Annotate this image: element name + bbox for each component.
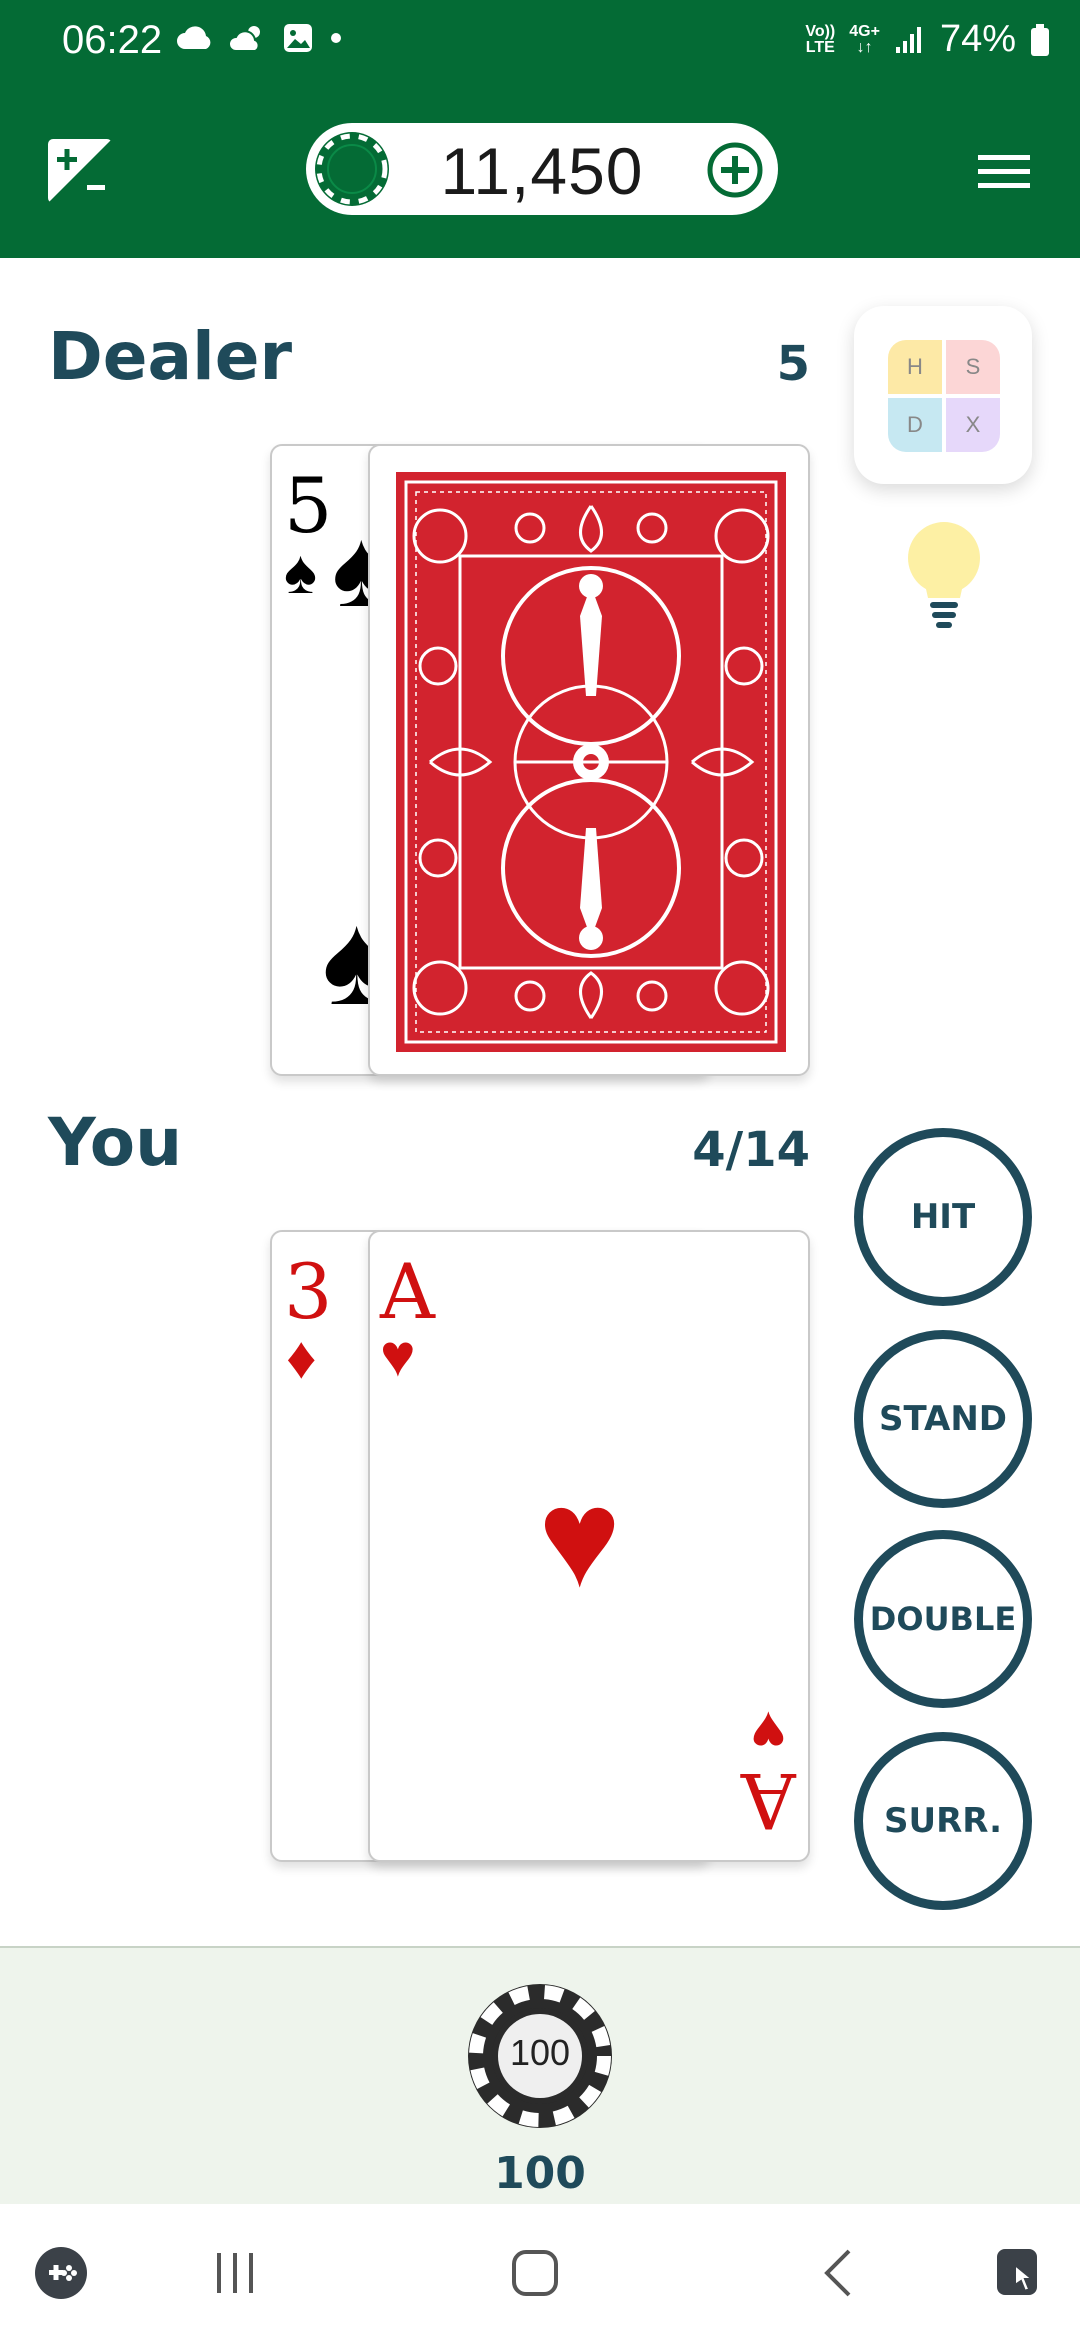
surrender-button[interactable]: SURR. [854, 1732, 1032, 1910]
card-corner-bottom: A ♥ [741, 1699, 796, 1845]
cloud-icon [177, 26, 211, 49]
app-header: 11,450 [0, 86, 1080, 258]
chip-icon [315, 132, 389, 206]
partly-cloudy-icon [228, 26, 260, 52]
card-back-pattern [396, 472, 786, 1052]
balance-pill: 11,450 [306, 123, 778, 215]
card-suit: ♥ [380, 1322, 416, 1389]
card-suit: ♦ [286, 1324, 317, 1391]
recent-apps-button[interactable] [200, 2238, 270, 2308]
top-bar: 06:22 Vo)) LTE 4G+ ↓↑ 74% 11,450 [0, 0, 1080, 258]
strategy-chart-button[interactable]: H S D X [854, 306, 1032, 484]
card-pip: ♥ [538, 1459, 622, 1616]
signal-icon [895, 26, 921, 53]
card-suit: ♠ [284, 538, 317, 607]
system-nav-bar [0, 2204, 1080, 2340]
strategy-grid: H S D X [888, 340, 1000, 452]
plus-minus-icon [48, 139, 112, 203]
hint-cell-stand: S [946, 340, 1000, 394]
game-launcher-button[interactable] [26, 2238, 96, 2308]
balance-amount: 11,450 [440, 134, 644, 208]
menu-button[interactable] [966, 133, 1042, 209]
bet-amount: 100 [494, 2148, 586, 2199]
card-rank: 3 [284, 1247, 333, 1336]
player-label: You [48, 1104, 183, 1181]
status-system-icons: Vo)) LTE 4G+ ↓↑ 74% [805, 18, 1050, 61]
gallery-icon [284, 24, 312, 52]
menu-icon [978, 155, 1030, 188]
double-button[interactable]: DOUBLE [854, 1530, 1032, 1708]
game-launcher-icon [35, 2247, 87, 2299]
network-indicator: 4G+ ↓↑ [849, 22, 880, 56]
home-button[interactable] [500, 2238, 570, 2308]
touch-assist-icon [997, 2249, 1037, 2295]
lightbulb-icon[interactable] [906, 520, 982, 632]
card-rank: A [380, 1247, 435, 1336]
bet-area: 100 100 [0, 1946, 1080, 2204]
status-time: 06:22 [62, 18, 163, 62]
dealer-label: Dealer [48, 318, 293, 395]
dot-icon [331, 33, 341, 43]
player-card-2: A ♥ ♥ A ♥ [368, 1230, 810, 1862]
exposure-toggle-button[interactable] [42, 133, 118, 209]
player-score: 4/14 [692, 1122, 810, 1178]
back-icon [824, 2249, 851, 2297]
card-rank: 5 [284, 461, 333, 550]
stand-button[interactable]: STAND [854, 1330, 1032, 1508]
chip-value: 100 [509, 2032, 571, 2073]
volte-indicator: Vo)) LTE [805, 22, 836, 56]
add-circle-icon[interactable] [706, 141, 764, 199]
status-bar: 06:22 Vo)) LTE 4G+ ↓↑ 74% [0, 0, 1080, 86]
hint-cell-hit: H [888, 340, 942, 394]
hit-button[interactable]: HIT [854, 1128, 1032, 1306]
touch-assist-button[interactable] [984, 2238, 1054, 2308]
back-button[interactable] [804, 2238, 874, 2308]
dealer-score: 5 [776, 336, 810, 392]
dealer-card-back [368, 444, 810, 1076]
status-notification-icons [176, 22, 344, 54]
recent-apps-icon [217, 2253, 253, 2293]
battery-percent: 74% [939, 18, 1016, 60]
hint-cell-surrender: X [946, 398, 1000, 452]
battery-icon [1031, 23, 1049, 56]
bet-chip[interactable]: 100 [466, 1982, 614, 2130]
hint-cell-double: D [888, 398, 942, 452]
home-icon [512, 2250, 558, 2296]
